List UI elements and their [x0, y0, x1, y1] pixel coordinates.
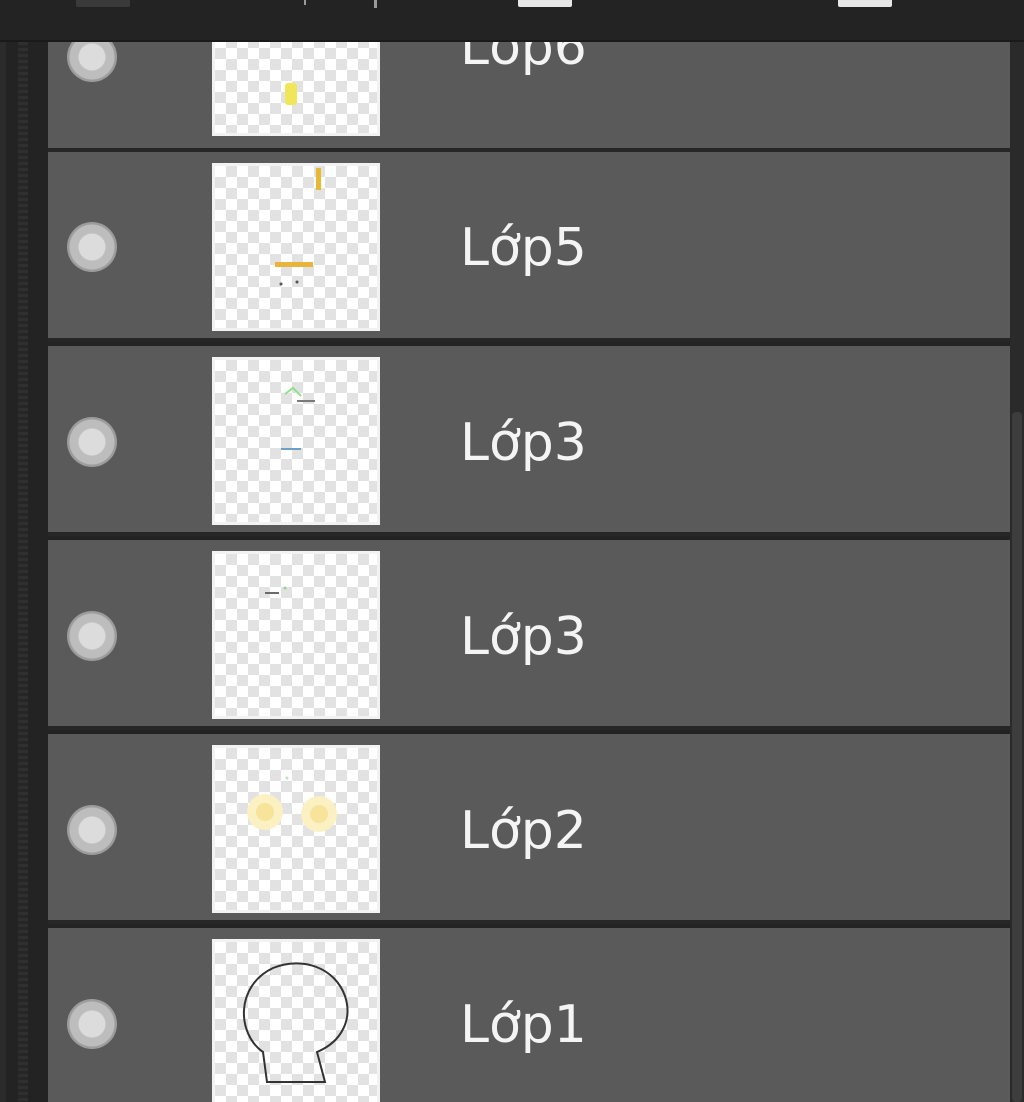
layer-name: Lớp1 [460, 995, 587, 1055]
toolbar-button[interactable] [838, 0, 892, 7]
left-rail [0, 42, 48, 1102]
layer-name: Lớp2 [460, 801, 587, 861]
visibility-toggle-icon[interactable] [67, 222, 117, 272]
layer-thumbnail [212, 357, 380, 525]
layer-row[interactable]: Lớp5 [48, 152, 1010, 342]
rail-edge [0, 42, 6, 1102]
toolbar-separator [304, 0, 306, 5]
layer-name: Lớp5 [460, 218, 587, 278]
layer-name: Lớp6 [460, 42, 587, 77]
green-blue-strokes-icon [281, 386, 315, 450]
resize-handle[interactable] [18, 42, 28, 1102]
layer-row[interactable]: Lớp6 [48, 42, 1010, 152]
layer-name: Lớp3 [460, 607, 587, 667]
yellow-strokes-icon [275, 168, 321, 286]
toolbar-separator [374, 0, 377, 8]
toolbar-button[interactable] [76, 0, 130, 7]
layer-row[interactable]: Lớp3 [48, 540, 1010, 730]
visibility-toggle-icon[interactable] [67, 417, 117, 467]
layer-thumbnail [212, 551, 380, 719]
panel-toolbar [0, 0, 1024, 42]
small-strokes-icon [265, 586, 287, 594]
yellow-mark-icon [285, 83, 297, 105]
visibility-toggle-icon[interactable] [67, 805, 117, 855]
layer-thumbnail [212, 163, 380, 331]
layer-list: Lớp6 Lớp5 Lớp3 Lớp3 Lớp2 Lớp1 [48, 42, 1010, 1102]
scrollbar[interactable] [1010, 42, 1024, 1102]
visibility-toggle-icon[interactable] [67, 999, 117, 1049]
scrollbar-thumb[interactable] [1012, 412, 1022, 1102]
head-outline-icon [243, 962, 349, 1083]
layer-row[interactable]: Lớp2 [48, 734, 1010, 924]
toolbar-button[interactable] [518, 0, 572, 7]
layer-row[interactable]: Lớp1 [48, 928, 1010, 1102]
layer-thumbnail [212, 745, 380, 913]
visibility-toggle-icon[interactable] [67, 42, 117, 82]
layer-row[interactable]: Lớp3 [48, 346, 1010, 536]
layer-name: Lớp3 [460, 413, 587, 473]
layer-thumbnail [212, 939, 380, 1102]
yellow-circles-icon [247, 776, 337, 832]
layer-thumbnail [212, 42, 380, 136]
visibility-toggle-icon[interactable] [67, 611, 117, 661]
